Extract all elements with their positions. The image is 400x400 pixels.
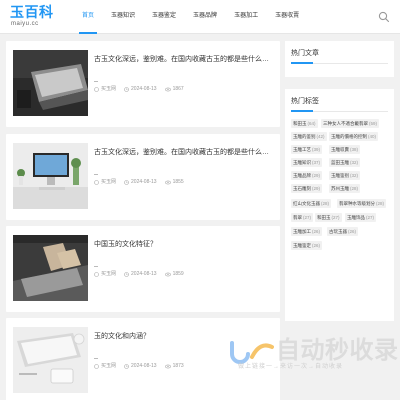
- view-count: 1867: [172, 86, 184, 92]
- watermark-text: 自动秒收录: [276, 337, 399, 364]
- article-card[interactable]: 中国玉的文化特征？ 买玉网 2024-08-13 1859: [6, 226, 280, 312]
- tag-link[interactable]: 玉石雕刻(29): [291, 184, 323, 193]
- author-meta: 买玉网: [94, 85, 116, 93]
- tag-link[interactable]: 玉雕饰品(27): [345, 213, 377, 222]
- tag-link[interactable]: 玉雕鉴别(32): [329, 171, 361, 180]
- tag-link[interactable]: 玉雕工艺(39): [291, 145, 323, 154]
- article-meta: 买玉网 2024-08-13 1855: [94, 178, 192, 186]
- widget-title: 热门文章: [291, 50, 319, 57]
- article-thumbnail[interactable]: [13, 143, 88, 209]
- tag-link[interactable]: 玉雕的價格的控制(40): [329, 132, 379, 141]
- views-meta: 1873: [164, 362, 184, 370]
- hot-articles-widget: 热门文章: [285, 41, 394, 77]
- article-title[interactable]: 古玉文化深远，鉴别难。在国内收藏古玉的都是些什么样的高...: [94, 55, 274, 64]
- logo-subtitle: maiyu.cc: [11, 21, 39, 27]
- site-logo[interactable]: 玉百科 maiyu.cc: [10, 5, 54, 29]
- tag-link[interactable]: 玉雕鉴定(26): [291, 241, 323, 250]
- user-icon: [94, 363, 99, 369]
- article-card[interactable]: 古玉文化深远，鉴别难。在国内收藏古玉的都是些什么样的高... 买玉网 2024-…: [6, 134, 280, 220]
- article-card[interactable]: 古玉文化深远，鉴别难。在国内收藏古玉的都是些什么样的高... 买玉网 2024-…: [6, 41, 280, 127]
- tag-link[interactable]: 和田玉(27): [315, 213, 342, 222]
- tag-link[interactable]: 翡翠种水等级划分(28): [337, 199, 387, 208]
- nav-jade-trading[interactable]: 玉器収賣: [275, 0, 299, 34]
- tag-link[interactable]: 红山文化玉器(28): [291, 199, 332, 208]
- eye-icon: [164, 364, 171, 368]
- date-meta: 2024-08-13: [124, 270, 157, 278]
- nav-jade-brands[interactable]: 玉器品牌: [193, 0, 217, 34]
- tag-link[interactable]: 翡翠(27): [291, 213, 314, 222]
- tag-link[interactable]: 玉雕収賣(38): [329, 145, 361, 154]
- watermark-logo-icon: [230, 341, 274, 364]
- nav-jade-appraisal[interactable]: 玉器鉴定: [152, 0, 176, 34]
- tag-link[interactable]: 玉雕的鉴别(42): [291, 132, 327, 141]
- date-meta: 2024-08-13: [124, 362, 157, 370]
- divider: [94, 174, 98, 175]
- widget-title: 热门标签: [291, 98, 319, 105]
- eye-icon: [164, 180, 171, 184]
- watermark-subtext: 做上链接一→来访一次→自动收录: [238, 364, 344, 370]
- search-icon[interactable]: [377, 10, 391, 24]
- author-name[interactable]: 买玉网: [101, 362, 116, 370]
- tag-link[interactable]: 古玩玉器(26): [327, 227, 359, 236]
- divider: [94, 81, 98, 82]
- author-meta: 买玉网: [94, 270, 116, 278]
- user-icon: [94, 179, 99, 185]
- post-date: 2024-08-13: [131, 363, 157, 369]
- author-name[interactable]: 买玉网: [101, 178, 116, 186]
- clock-icon: [124, 179, 129, 185]
- post-date: 2024-08-13: [131, 271, 157, 277]
- eye-icon: [164, 87, 171, 91]
- nav-jade-processing[interactable]: 玉器加工: [234, 0, 258, 34]
- date-meta: 2024-08-13: [124, 85, 157, 93]
- article-thumbnail[interactable]: [13, 235, 88, 301]
- views-meta: 1867: [164, 85, 184, 93]
- author-meta: 买玉网: [94, 178, 116, 186]
- author-meta: 买玉网: [94, 362, 116, 370]
- tag-link[interactable]: 和田玉(64): [291, 119, 318, 128]
- clock-icon: [124, 363, 129, 369]
- divider-accent: [291, 110, 313, 112]
- views-meta: 1855: [164, 178, 184, 186]
- divider-accent: [291, 62, 313, 64]
- author-name[interactable]: 买玉网: [101, 85, 116, 93]
- user-icon: [94, 271, 99, 277]
- views-meta: 1859: [164, 270, 184, 278]
- nav-jade-knowledge[interactable]: 玉器知识: [111, 0, 135, 34]
- article-meta: 买玉网 2024-08-13 1867: [94, 85, 192, 93]
- clock-icon: [124, 86, 129, 92]
- view-count: 1859: [172, 271, 184, 277]
- article-thumbnail[interactable]: [13, 50, 88, 116]
- hot-tags-widget: 热门标签 和田玉(64) 三种女人不適合戴翡翠(59) 玉雕的鉴别(42) 玉雕…: [285, 89, 394, 321]
- user-icon: [94, 86, 99, 92]
- main-nav: 首页 玉器知识 玉器鉴定 玉器品牌 玉器加工 玉器収賣: [78, 0, 316, 34]
- divider: [94, 358, 98, 359]
- watermark: 自动秒收录 做上链接一→来访一次→自动收录: [228, 336, 398, 376]
- post-date: 2024-08-13: [131, 179, 157, 185]
- logo-title: 玉百科: [10, 4, 54, 20]
- post-date: 2024-08-13: [131, 86, 157, 92]
- clock-icon: [124, 271, 129, 277]
- tag-link[interactable]: 三种女人不適合戴翡翠(59): [321, 119, 380, 128]
- tag-link[interactable]: 玉雕加工(26): [291, 227, 323, 236]
- view-count: 1855: [172, 179, 184, 185]
- tag-link[interactable]: 蓝田玉雕(32): [329, 158, 361, 167]
- site-header: 玉百科 maiyu.cc 首页 玉器知识 玉器鉴定 玉器品牌 玉器加工 玉器収賣: [0, 0, 400, 34]
- author-name[interactable]: 买玉网: [101, 270, 116, 278]
- tag-link[interactable]: 玉雕品牌(29): [291, 171, 323, 180]
- divider: [94, 266, 98, 267]
- article-title[interactable]: 中国玉的文化特征？: [94, 240, 274, 249]
- article-title[interactable]: 古玉文化深远，鉴别难。在国内收藏古玉的都是些什么样的高...: [94, 148, 274, 157]
- nav-home[interactable]: 首页: [78, 0, 98, 34]
- article-meta: 买玉网 2024-08-13 1859: [94, 270, 192, 278]
- article-thumbnail[interactable]: [13, 327, 88, 393]
- tag-link[interactable]: 玉雕知识(37): [291, 158, 323, 167]
- eye-icon: [164, 272, 171, 276]
- date-meta: 2024-08-13: [124, 178, 157, 186]
- tag-link[interactable]: 苏州玉雕(28): [329, 184, 361, 193]
- view-count: 1873: [172, 363, 184, 369]
- article-meta: 买玉网 2024-08-13 1873: [94, 362, 192, 370]
